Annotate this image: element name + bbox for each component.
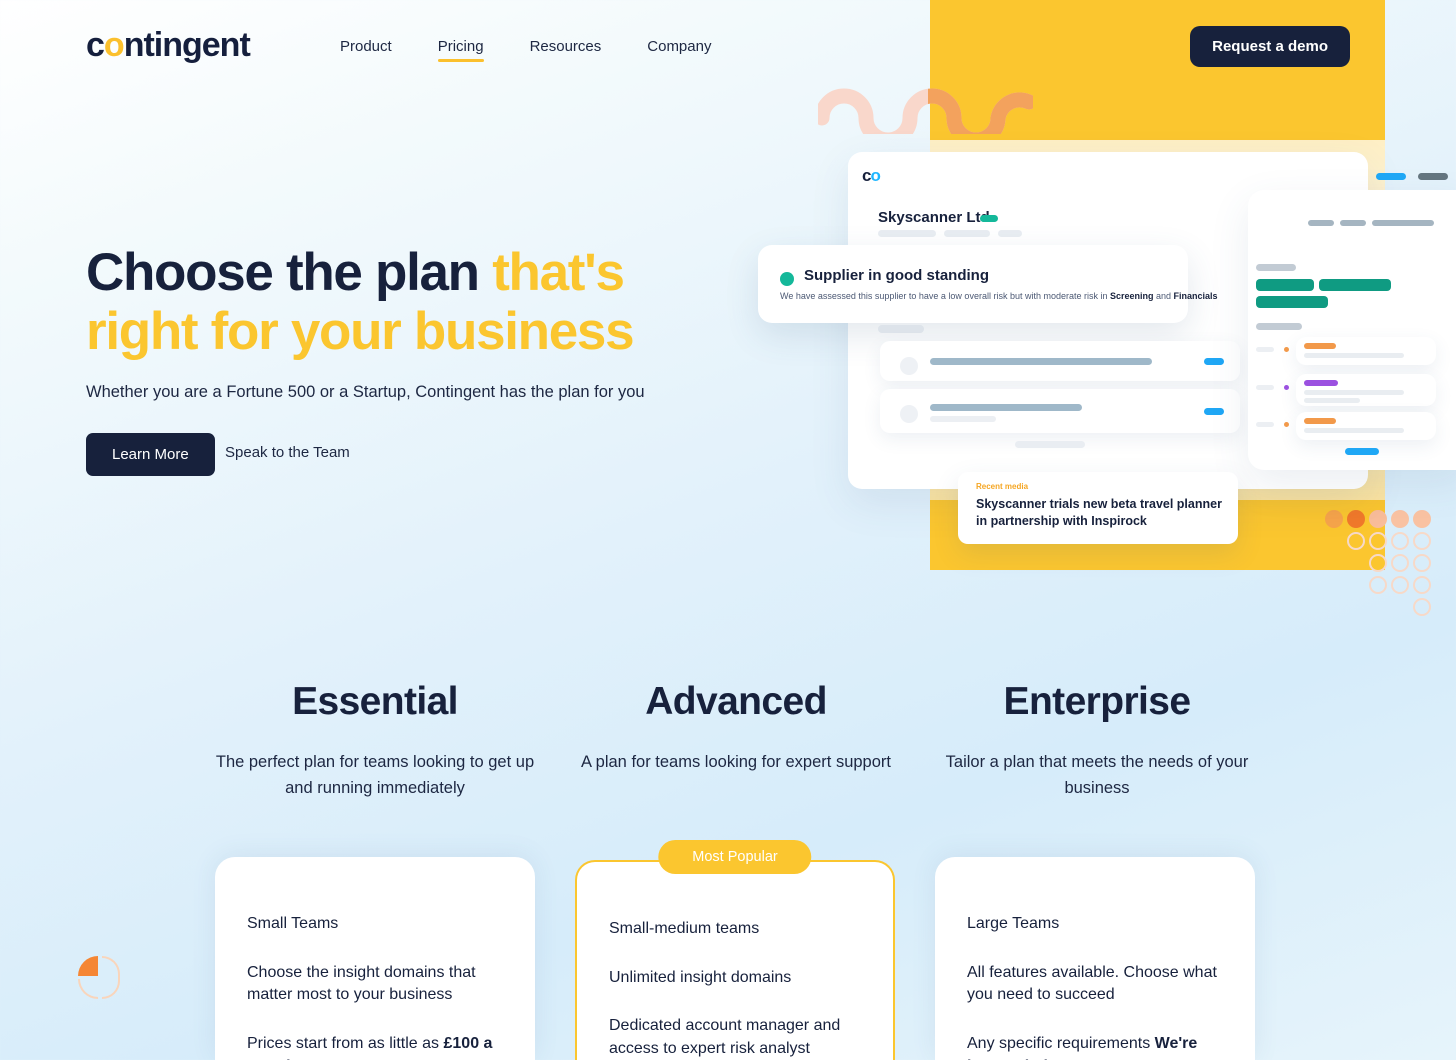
plan-title: Essential — [292, 680, 458, 723]
plan-feature: Any specific requirements We're here to … — [967, 1035, 1198, 1060]
row-skeleton-bar — [1304, 353, 1404, 358]
plan-header-enterprise: Enterprise Tailor a plan that meets the … — [932, 680, 1262, 801]
plan-feature: Prices start from as little as £100 a mo… — [247, 1035, 493, 1060]
plan-feature: Dedicated account manager and access to … — [609, 1017, 841, 1058]
list-row — [880, 389, 1240, 433]
request-demo-button[interactable]: Request a demo — [1190, 26, 1350, 67]
primary-navigation: Product Pricing Resources Company — [340, 38, 711, 62]
status-dot-orange — [1284, 347, 1289, 352]
skeleton-bar — [944, 230, 990, 237]
row-tag-badge — [1204, 358, 1224, 365]
metric-bar-teal — [1256, 279, 1314, 291]
top-chip-grey — [1418, 173, 1448, 180]
nav-item-product[interactable]: Product — [340, 38, 392, 62]
row-skeleton-bar — [1304, 398, 1360, 403]
row-skeleton-bar — [1304, 418, 1336, 424]
supplier-company-name: Skyscanner Ltd — [878, 209, 990, 226]
contingent-watermark-logo — [78, 956, 120, 1002]
watermark-half-circle — [102, 956, 120, 999]
pricing-card-enterprise[interactable]: Large Teams All features available. Choo… — [935, 857, 1255, 1060]
plan-feature: Small Teams — [247, 915, 339, 932]
row-skeleton-bar — [930, 416, 996, 422]
row-skeleton-bar — [1304, 380, 1338, 386]
panel-chip — [1256, 385, 1274, 390]
pricing-card-essential[interactable]: Small Teams Choose the insight domains t… — [215, 857, 535, 1060]
panel-chip — [1372, 220, 1434, 226]
row-tag-badge — [1204, 408, 1224, 415]
pricing-card-advanced[interactable]: Most Popular Small-medium teams Unlimite… — [575, 840, 895, 1060]
panel-chip — [1256, 264, 1296, 271]
metric-bar-teal — [1319, 279, 1391, 291]
site-header: contingent Product Pricing Resources Com… — [0, 0, 1456, 96]
speak-to-team-link[interactable]: Speak to the Team — [225, 444, 350, 461]
plan-header-essential: Essential The perfect plan for teams loo… — [210, 680, 540, 801]
skeleton-bar — [998, 230, 1022, 237]
nav-item-resources[interactable]: Resources — [530, 38, 602, 62]
row-skeleton-bar — [1304, 390, 1404, 395]
panel-chip — [1256, 422, 1274, 427]
plan-feature: Choose the insight domains that matter m… — [247, 963, 476, 1004]
row-skeleton-bar — [1304, 343, 1336, 349]
plan-tagline: Tailor a plan that meets the needs of yo… — [945, 753, 1249, 797]
plan-feature: All features available. Choose what you … — [967, 963, 1217, 1004]
plan-feature-list: Small-medium teams Unlimited insight dom… — [577, 862, 893, 1060]
plan-header-advanced: Advanced A plan for teams looking for ex… — [571, 680, 901, 776]
skeleton-bar — [878, 325, 924, 333]
skeleton-bar — [1015, 441, 1085, 448]
recent-media-headline: Skyscanner trials new beta travel planne… — [976, 497, 1222, 528]
plan-feature: Large Teams — [967, 915, 1060, 932]
supplier-status-pill — [980, 215, 998, 222]
watermark-quarter-filled — [78, 956, 98, 976]
plan-feature: Unlimited insight domains — [609, 968, 792, 986]
panel-chip — [1256, 323, 1302, 330]
plan-feature-list: Large Teams All features available. Choo… — [935, 857, 1255, 1060]
row-skeleton-bar — [1304, 428, 1404, 433]
side-list-row — [1296, 374, 1436, 406]
side-list-row — [1296, 337, 1436, 365]
row-avatar-icon — [900, 357, 918, 375]
watermark-quarter-outline — [78, 979, 98, 999]
row-avatar-icon — [900, 405, 918, 423]
panel-chip — [1256, 347, 1274, 352]
status-dot-orange — [1284, 422, 1289, 427]
row-skeleton-bar — [930, 404, 1082, 411]
panel-chip-blue — [1345, 448, 1379, 455]
supplier-status-body: We have assessed this supplier to have a… — [780, 291, 1218, 301]
learn-more-button[interactable]: Learn More — [86, 433, 215, 476]
status-dot-icon — [780, 272, 794, 286]
panel-chip — [1308, 220, 1334, 226]
plan-title: Enterprise — [1003, 680, 1192, 723]
plan-title: Advanced — [645, 680, 827, 723]
plan-feature: Small-medium teams — [609, 920, 760, 937]
plan-tagline: A plan for teams looking for expert supp… — [580, 753, 891, 771]
status-dot-purple — [1284, 385, 1289, 390]
top-chip-blue — [1376, 173, 1406, 180]
nav-item-company[interactable]: Company — [647, 38, 711, 62]
recent-media-card: Recent media Skyscanner trials new beta … — [958, 472, 1238, 544]
recent-media-kicker: Recent media — [976, 482, 1029, 491]
dot-grid-decoration — [1325, 510, 1435, 616]
row-skeleton-bar — [930, 358, 1152, 365]
plan-feature-list: Small Teams Choose the insight domains t… — [215, 857, 535, 1060]
side-list-row — [1296, 412, 1436, 440]
hero-subtitle: Whether you are a Fortune 500 or a Start… — [86, 383, 645, 401]
list-row — [880, 341, 1240, 381]
panel-chip — [1340, 220, 1366, 226]
skeleton-bar — [878, 230, 936, 237]
metric-bar-teal — [1256, 296, 1328, 308]
most-popular-badge: Most Popular — [658, 840, 812, 874]
supplier-status-card: Supplier in good standing We have assess… — [758, 245, 1218, 323]
app-logo-mark: co — [862, 166, 881, 185]
brand-logo[interactable]: contingent — [86, 26, 251, 65]
plan-tagline: The perfect plan for teams looking to ge… — [215, 753, 535, 797]
supplier-status-title: Supplier in good standing — [804, 267, 989, 284]
page-title: Choose the plan that's right for your bus… — [86, 243, 635, 362]
nav-item-pricing[interactable]: Pricing — [437, 38, 484, 62]
